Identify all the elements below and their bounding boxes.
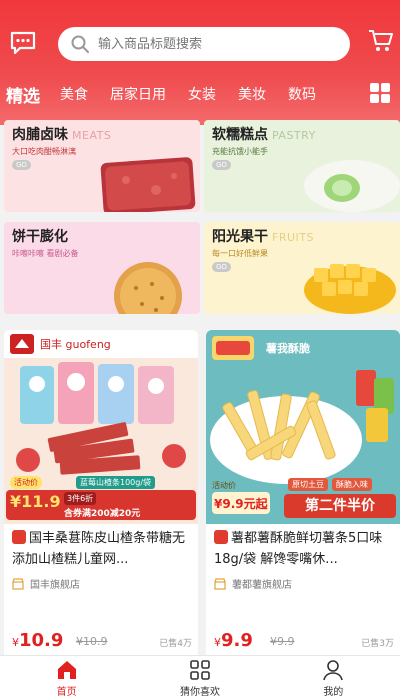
- tab-featured[interactable]: 精选: [6, 82, 40, 107]
- price-symbol: ¥: [214, 636, 221, 649]
- tab-digital[interactable]: 数码: [288, 84, 324, 104]
- category-tabs: 精选 美食 居家日用 女装 美妆 数码: [0, 78, 400, 110]
- promo-deal: 含券满200减20元: [64, 509, 141, 519]
- search-input[interactable]: [98, 36, 318, 52]
- shop-name[interactable]: 薯都薯旗舰店: [214, 576, 292, 591]
- tab-beauty[interactable]: 美妆: [238, 84, 266, 104]
- chip-1: 原切土豆: [288, 478, 328, 491]
- promo-label: 活动价: [10, 476, 42, 489]
- product-title-text: 薯都薯酥脆鲜切薯条5口味18g/袋 解馋零嘴休...: [214, 531, 383, 567]
- mango-image: [304, 264, 396, 314]
- grid-icon: [190, 659, 210, 680]
- price-symbol: ¥: [12, 636, 19, 649]
- product-card[interactable]: 国丰 guofeng 活动价 ¥11.9 3件6折 含券满200减20元 蓝莓山…: [4, 330, 198, 662]
- nav-profile[interactable]: 我的: [267, 656, 400, 700]
- shop-icon: [12, 577, 24, 590]
- tab-food[interactable]: 美食: [60, 84, 88, 104]
- brand-logo-icon: [10, 334, 34, 354]
- header: 精选 美食 居家日用 女装 美妆 数码: [0, 0, 400, 125]
- category-title: 软糯糕点 PASTRY: [212, 124, 316, 144]
- search-bar[interactable]: [58, 27, 350, 61]
- tmall-badge-icon: [214, 530, 228, 544]
- shop-icon: [214, 577, 226, 590]
- sold-count: 已售3万: [361, 639, 394, 649]
- promo-label: 活动价: [212, 481, 236, 490]
- category-en: PASTRY: [272, 129, 316, 142]
- category-title: 阳光果干 FRUITS: [212, 226, 314, 246]
- category-title: 肉脯卤味 MEATS: [12, 124, 111, 144]
- user-icon: [323, 659, 344, 680]
- category-subtitle: 咔嚓咔嚓 看剧必备: [12, 249, 79, 258]
- nav-home[interactable]: 首页: [0, 656, 133, 700]
- hawthorn-packs-image: [16, 362, 186, 475]
- chip-2: 酥脆入味: [332, 478, 372, 491]
- promo-banner: 第二件半价: [284, 494, 396, 518]
- mochi-image: [304, 160, 400, 212]
- tmall-badge-icon: [12, 530, 26, 544]
- shop-name[interactable]: 国丰旗舰店: [12, 576, 80, 591]
- search-icon: [71, 35, 89, 53]
- product-title[interactable]: 国丰桑葚陈皮山楂条带糖无添加山楂糕儿童网...: [12, 528, 192, 570]
- category-name: 肉脯卤味: [12, 127, 68, 143]
- category-subtitle: 大口吃肉酣畅淋漓: [12, 147, 76, 156]
- go-badge: GO: [212, 262, 231, 272]
- tab-womens-wear[interactable]: 女装: [188, 84, 216, 104]
- category-fruits[interactable]: 阳光果干 FRUITS 每一口好低鲜果 GO: [204, 222, 400, 314]
- nav-label: 首页: [56, 686, 77, 698]
- category-name: 阳光果干: [212, 229, 268, 245]
- original-price: ¥10.9: [76, 635, 108, 648]
- price-value: 10.9: [19, 630, 64, 651]
- brand-logo-icon: [212, 336, 254, 360]
- tab-home-goods[interactable]: 居家日用: [110, 84, 166, 104]
- nav-label: 我的: [323, 686, 344, 698]
- product-price: ¥10.9: [12, 630, 63, 651]
- category-subtitle: 充能抗饿小能手: [212, 147, 268, 156]
- jerky-image: [100, 157, 196, 212]
- product-title-text: 国丰桑葚陈皮山楂条带糖无添加山楂糕儿童网...: [12, 531, 186, 567]
- category-title: 饼干膨化: [12, 226, 68, 246]
- biscuit-image: [114, 262, 182, 314]
- all-categories-icon[interactable]: [370, 83, 390, 103]
- category-en: FRUITS: [272, 231, 314, 244]
- category-name: 软糯糕点: [212, 127, 268, 143]
- pack-label: 蓝莓山楂条100g/袋: [76, 476, 156, 489]
- promo-price: ¥11.9: [10, 492, 61, 511]
- category-biscuits[interactable]: 饼干膨化 咔嚓咔嚓 看剧必备: [4, 222, 200, 314]
- fries-image: [210, 370, 394, 484]
- category-name: 饼干膨化: [12, 229, 68, 245]
- bottom-nav: 首页 猜你喜欢 我的: [0, 655, 400, 700]
- cart-icon[interactable]: [368, 28, 394, 54]
- shop-name-text: 国丰旗舰店: [30, 580, 80, 591]
- go-badge: GO: [12, 160, 31, 170]
- category-pastry[interactable]: 软糯糕点 PASTRY 充能抗饿小能手 GO: [204, 120, 400, 212]
- home-icon: [57, 660, 76, 679]
- message-icon[interactable]: [10, 30, 36, 56]
- product-title[interactable]: 薯都薯酥脆鲜切薯条5口味18g/袋 解馋零嘴休...: [214, 528, 394, 570]
- category-subtitle: 每一口好低鲜果: [212, 249, 268, 258]
- go-badge: GO: [212, 160, 231, 170]
- sold-count: 已售4万: [159, 639, 192, 649]
- price-value: 9.9: [221, 630, 253, 651]
- product-price: ¥9.9: [214, 630, 253, 651]
- nav-recommend[interactable]: 猜你喜欢: [133, 656, 266, 700]
- original-price: ¥9.9: [270, 635, 295, 648]
- category-en: MEATS: [72, 129, 112, 142]
- category-meats[interactable]: 肉脯卤味 MEATS 大口吃肉酣畅淋漓 GO: [4, 120, 200, 212]
- shop-name-text: 薯都薯旗舰店: [232, 580, 292, 591]
- promo-discount: 3件6折: [64, 492, 97, 505]
- nav-label: 猜你喜欢: [179, 686, 220, 698]
- product-card[interactable]: 薯我酥脆 活动价 ¥9.9元起 原切土豆 酥脆入味 第二件半价 薯都薯酥脆鲜切薯…: [206, 330, 400, 662]
- product-image: 薯我酥脆 活动价 ¥9.9元起 原切土豆 酥脆入味 第二件半价: [206, 330, 400, 524]
- promo-price: ¥9.9元起: [212, 492, 270, 514]
- brand-banner: 薯我酥脆: [266, 342, 310, 355]
- product-image: 国丰 guofeng 活动价 ¥11.9 3件6折 含券满200减20元 蓝莓山…: [4, 330, 198, 524]
